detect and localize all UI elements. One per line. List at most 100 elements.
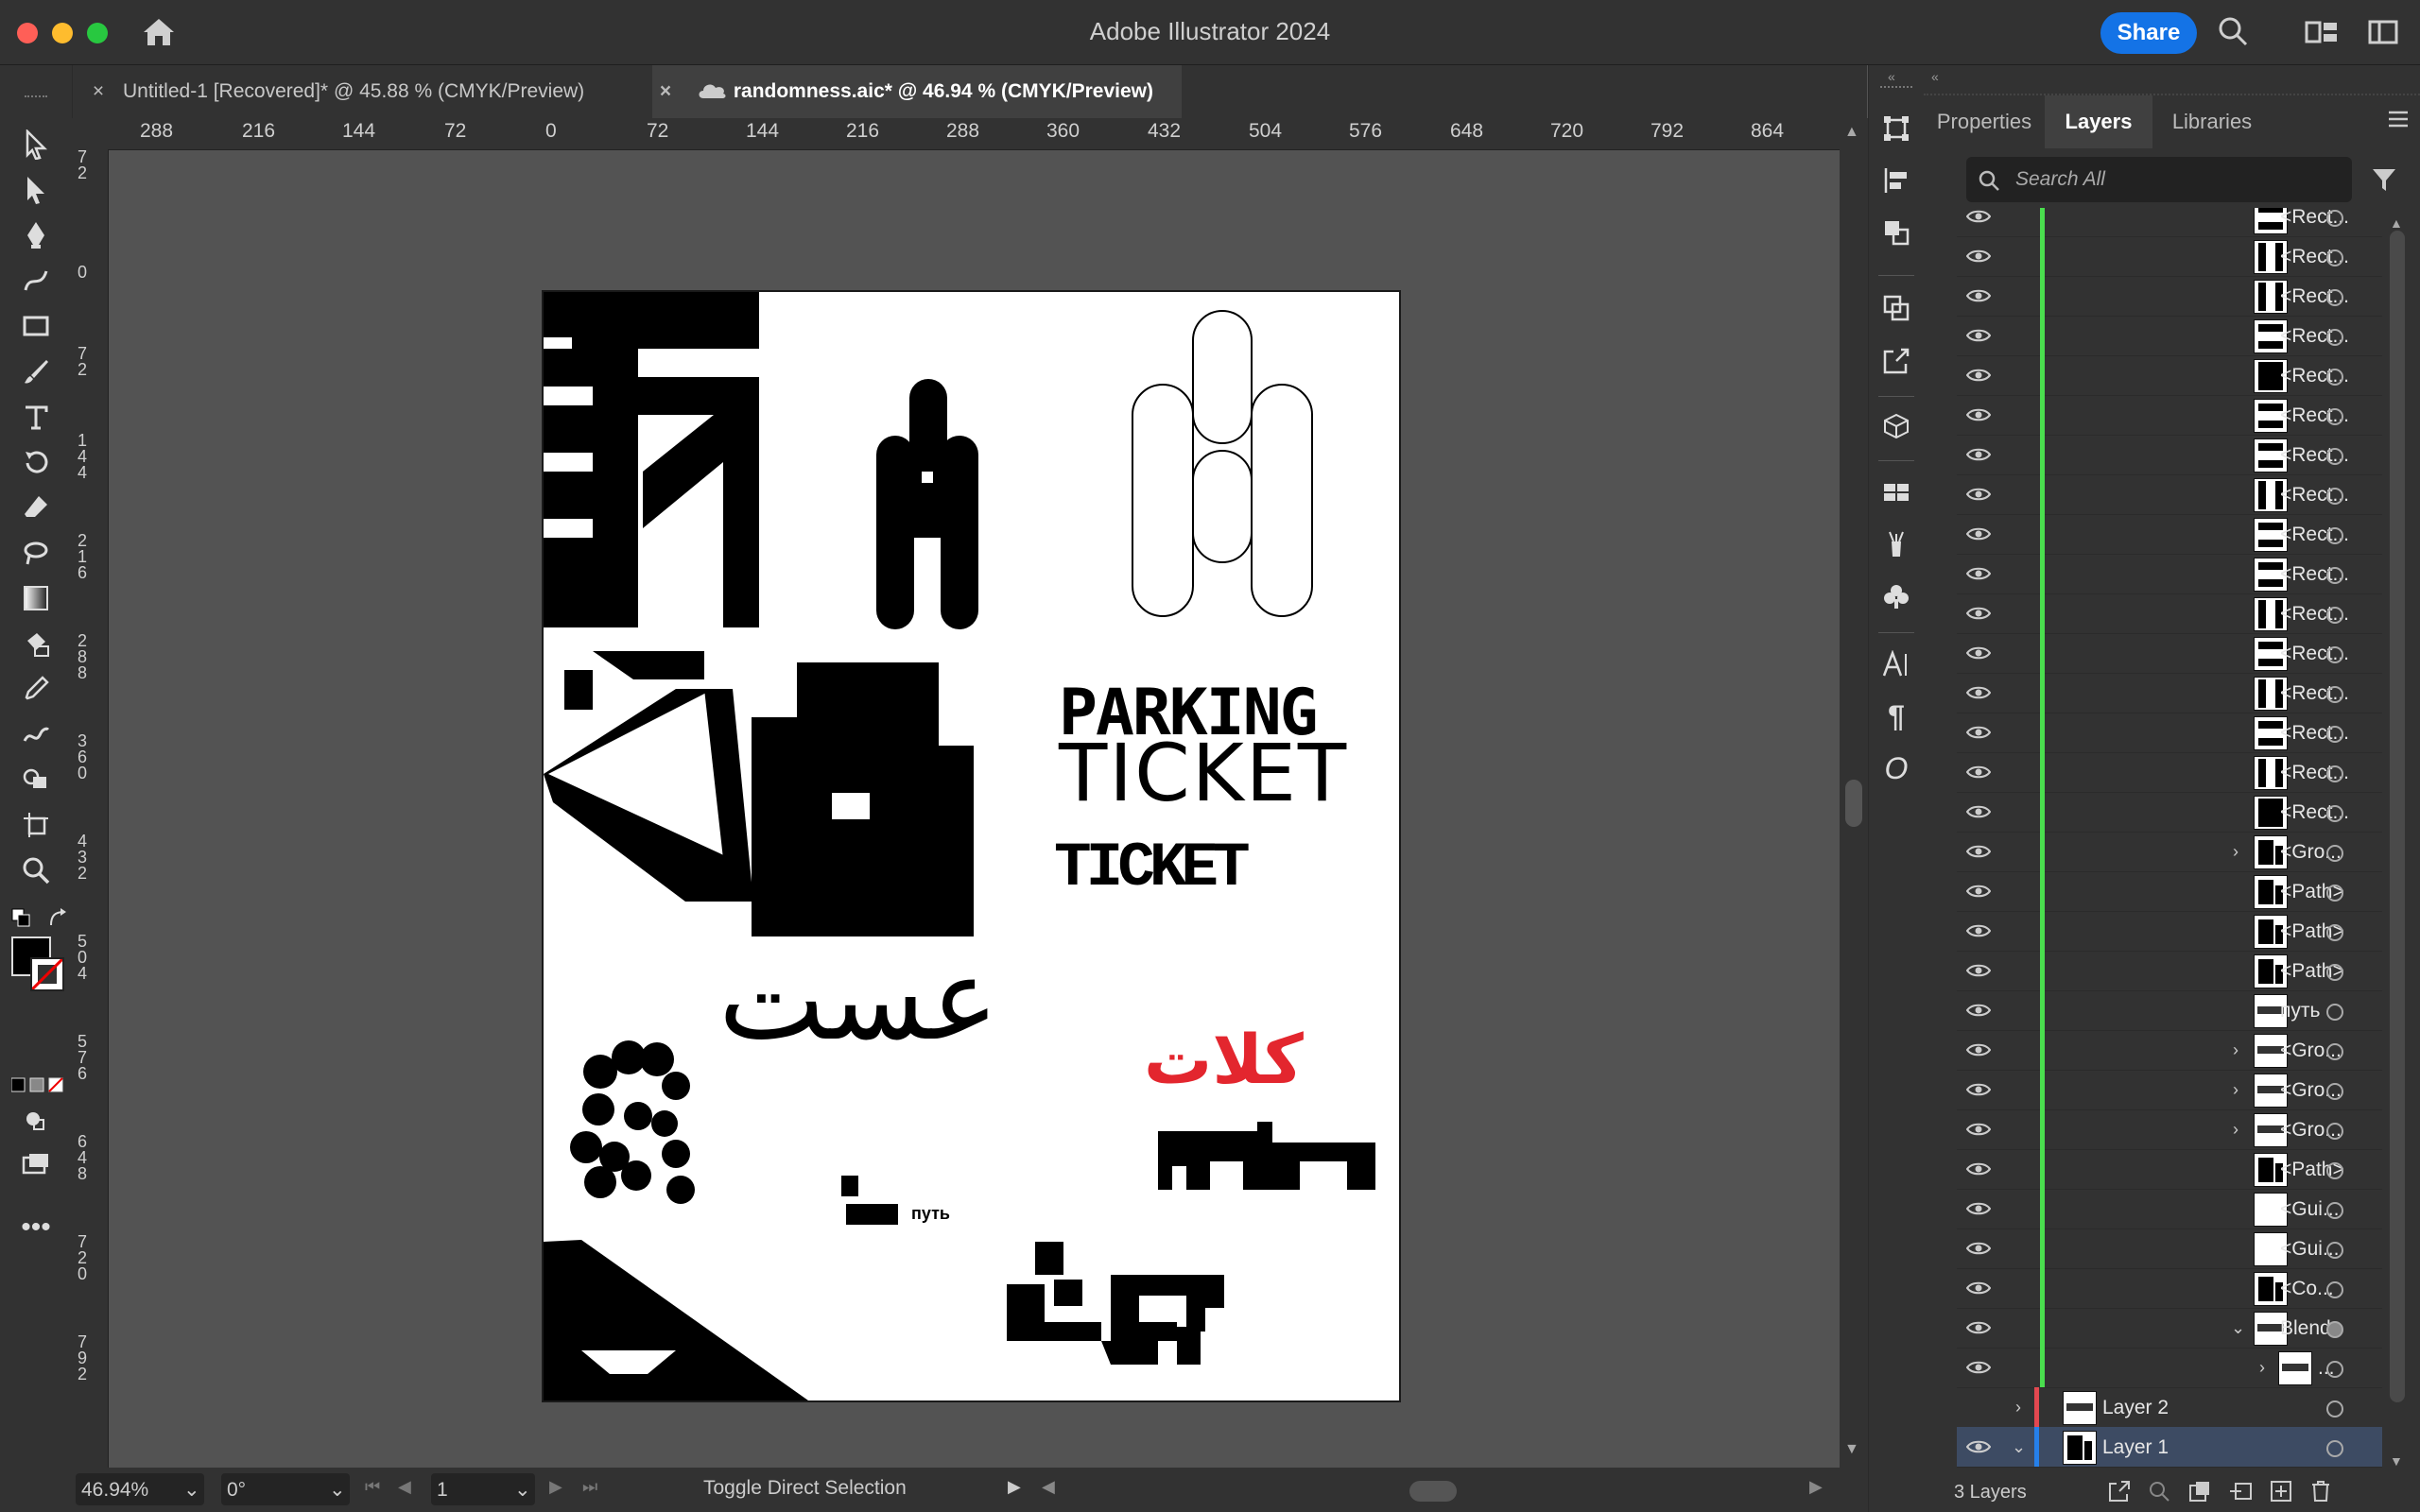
close-tab-icon[interactable]: × xyxy=(85,65,112,118)
shape-builder-tool-icon[interactable] xyxy=(17,761,55,799)
first-artboard-icon[interactable]: ⏮ xyxy=(365,1477,380,1497)
tab-layers[interactable]: Layers xyxy=(2045,95,2152,148)
visibility-eye-icon[interactable] xyxy=(1965,1201,1992,1221)
target-circle-icon[interactable] xyxy=(2326,1083,2343,1100)
target-circle-icon[interactable] xyxy=(2326,567,2343,584)
scroll-up-icon[interactable]: ▲ xyxy=(2390,215,2403,231)
target-circle-icon[interactable] xyxy=(2326,289,2343,306)
scroll-right-icon[interactable]: ▶ xyxy=(1809,1477,1823,1497)
layer-row[interactable]: путь xyxy=(1957,990,2382,1031)
more-tools-icon[interactable]: ••• xyxy=(17,1209,55,1246)
layer-row-layer-2[interactable]: › Layer 2 xyxy=(1957,1387,2382,1428)
layer-row[interactable]: <Rect... xyxy=(1957,673,2382,713)
horizontal-scroll-thumb[interactable] xyxy=(1409,1481,1457,1502)
visibility-eye-icon[interactable] xyxy=(1965,1082,1992,1102)
target-circle-icon[interactable] xyxy=(2326,964,2343,981)
visibility-eye-icon[interactable] xyxy=(1965,368,1992,387)
target-circle-icon[interactable] xyxy=(2326,1043,2343,1060)
layers-scrollbar[interactable]: ▲ ▼ xyxy=(2388,208,2407,1474)
target-circle-icon[interactable] xyxy=(2326,448,2343,465)
layer-row[interactable]: <Path> xyxy=(1957,911,2382,952)
layer-row[interactable]: <Rect... xyxy=(1957,713,2382,753)
tab-randomness[interactable]: × randomness.aic* @ 46.94 % (CMYK/Previe… xyxy=(652,65,1182,118)
scroll-up-icon[interactable]: ▲ xyxy=(1844,124,1859,141)
tab-properties[interactable]: Properties xyxy=(1924,95,2045,148)
visibility-eye-icon[interactable] xyxy=(1965,1439,1992,1459)
make-clipping-mask-icon[interactable] xyxy=(2188,1480,2211,1508)
red-arabic-text[interactable]: كلات xyxy=(1144,1020,1304,1099)
layer-row[interactable]: ›... xyxy=(1957,1348,2382,1388)
layer-row[interactable]: <Rect... xyxy=(1957,474,2382,515)
vertical-scroll-thumb[interactable] xyxy=(1845,780,1862,827)
layer-row[interactable]: <Rect... xyxy=(1957,208,2382,237)
target-circle-icon[interactable] xyxy=(2326,1321,2343,1338)
layer-row[interactable]: <Rect... xyxy=(1957,276,2382,317)
new-sublayer-icon[interactable] xyxy=(2228,1480,2253,1508)
target-circle-icon[interactable] xyxy=(2326,369,2343,386)
scroll-down-icon[interactable]: ▼ xyxy=(2390,1453,2403,1469)
symbols-icon[interactable] xyxy=(1880,580,1912,612)
selection-tool-icon[interactable] xyxy=(17,126,55,163)
layer-row[interactable]: <Gui... xyxy=(1957,1189,2382,1229)
visibility-eye-icon[interactable] xyxy=(1965,963,1992,983)
scroll-left-icon[interactable]: ◀ xyxy=(1042,1477,1055,1497)
target-circle-icon[interactable] xyxy=(2326,1281,2343,1298)
visibility-eye-icon[interactable] xyxy=(1965,566,1992,586)
eraser-tool-icon[interactable] xyxy=(17,489,55,526)
canvas-vertical-scrollbar[interactable]: ▲ ▼ xyxy=(1840,118,1868,1468)
next-artboard-icon[interactable]: ▶ xyxy=(549,1477,562,1497)
visibility-eye-icon[interactable] xyxy=(1965,765,1992,784)
default-colors-icon[interactable] xyxy=(11,908,32,934)
target-circle-icon[interactable] xyxy=(2326,765,2343,782)
swatches-icon[interactable] xyxy=(1880,476,1912,508)
rectangle-tool-icon[interactable] xyxy=(17,307,55,345)
live-paint-bucket-icon[interactable] xyxy=(17,625,55,662)
visibility-eye-icon[interactable] xyxy=(1965,328,1992,348)
direct-selection-tool-icon[interactable] xyxy=(17,171,55,209)
transform-icon[interactable] xyxy=(1880,112,1912,145)
target-circle-icon[interactable] xyxy=(2326,1162,2343,1179)
horizontal-ruler[interactable]: 288 216 144 72 0 72 144 216 288 360 432 … xyxy=(72,118,1840,150)
layer-row[interactable]: <Rect... xyxy=(1957,236,2382,277)
chevron-right-icon[interactable]: › xyxy=(2015,1398,2021,1418)
delete-layer-icon[interactable] xyxy=(2309,1480,2332,1508)
target-circle-icon[interactable] xyxy=(2326,845,2343,862)
layer-row[interactable]: › <Gro... xyxy=(1957,1070,2382,1110)
layer-row[interactable]: <Path> xyxy=(1957,871,2382,912)
visibility-eye-icon[interactable] xyxy=(1965,249,1992,268)
layer-row[interactable]: <Gui... xyxy=(1957,1228,2382,1269)
screen-mode-icon[interactable] xyxy=(17,1146,55,1184)
chevron-down-icon[interactable]: ⌄ xyxy=(2231,1318,2245,1338)
chevron-down-icon[interactable]: ⌄ xyxy=(329,1478,346,1502)
visibility-eye-icon[interactable] xyxy=(1965,844,1992,864)
put-text[interactable]: путь xyxy=(911,1204,950,1224)
target-circle-icon[interactable] xyxy=(2326,646,2343,663)
artboards-panel-icon[interactable] xyxy=(1880,292,1912,324)
workspace-switcher-icon[interactable] xyxy=(2305,19,2339,50)
target-circle-icon[interactable] xyxy=(2326,1123,2343,1140)
visibility-eye-icon[interactable] xyxy=(1965,209,1992,229)
visibility-eye-icon[interactable] xyxy=(1965,1241,1992,1261)
target-circle-icon[interactable] xyxy=(2326,1361,2343,1378)
target-circle-icon[interactable] xyxy=(2326,1400,2343,1418)
layer-row[interactable]: <Rect... xyxy=(1957,593,2382,634)
visibility-eye-icon[interactable] xyxy=(1965,288,1992,308)
expand-panel-icon[interactable]: « xyxy=(1931,69,1939,84)
visibility-eye-icon[interactable] xyxy=(1965,1320,1992,1340)
layer-row[interactable]: ⌄ Blend xyxy=(1957,1308,2382,1349)
target-circle-icon[interactable] xyxy=(2326,924,2343,941)
panel-toggle-icon[interactable] xyxy=(2368,19,2398,50)
layer-row[interactable]: <Rect... xyxy=(1957,316,2382,356)
ticket-text[interactable]: TICKET xyxy=(1059,727,1348,819)
panel-menu-icon[interactable] xyxy=(2387,109,2410,134)
target-circle-icon[interactable] xyxy=(2326,805,2343,822)
layers-search-input[interactable]: Search All xyxy=(1966,157,2352,202)
tab-untitled[interactable]: × Untitled-1 [Recovered]* @ 45.88 % (CMYK… xyxy=(85,65,648,118)
artboard-number-field[interactable]: 1 ⌄ xyxy=(431,1473,535,1505)
toolbar-grip[interactable] xyxy=(25,95,47,97)
visibility-eye-icon[interactable] xyxy=(1965,1360,1992,1380)
align-icon[interactable] xyxy=(1880,164,1912,197)
layer-row[interactable]: <Path> xyxy=(1957,951,2382,991)
pathfinder-icon[interactable] xyxy=(1880,216,1912,249)
layer-row[interactable]: <Rect... xyxy=(1957,554,2382,594)
